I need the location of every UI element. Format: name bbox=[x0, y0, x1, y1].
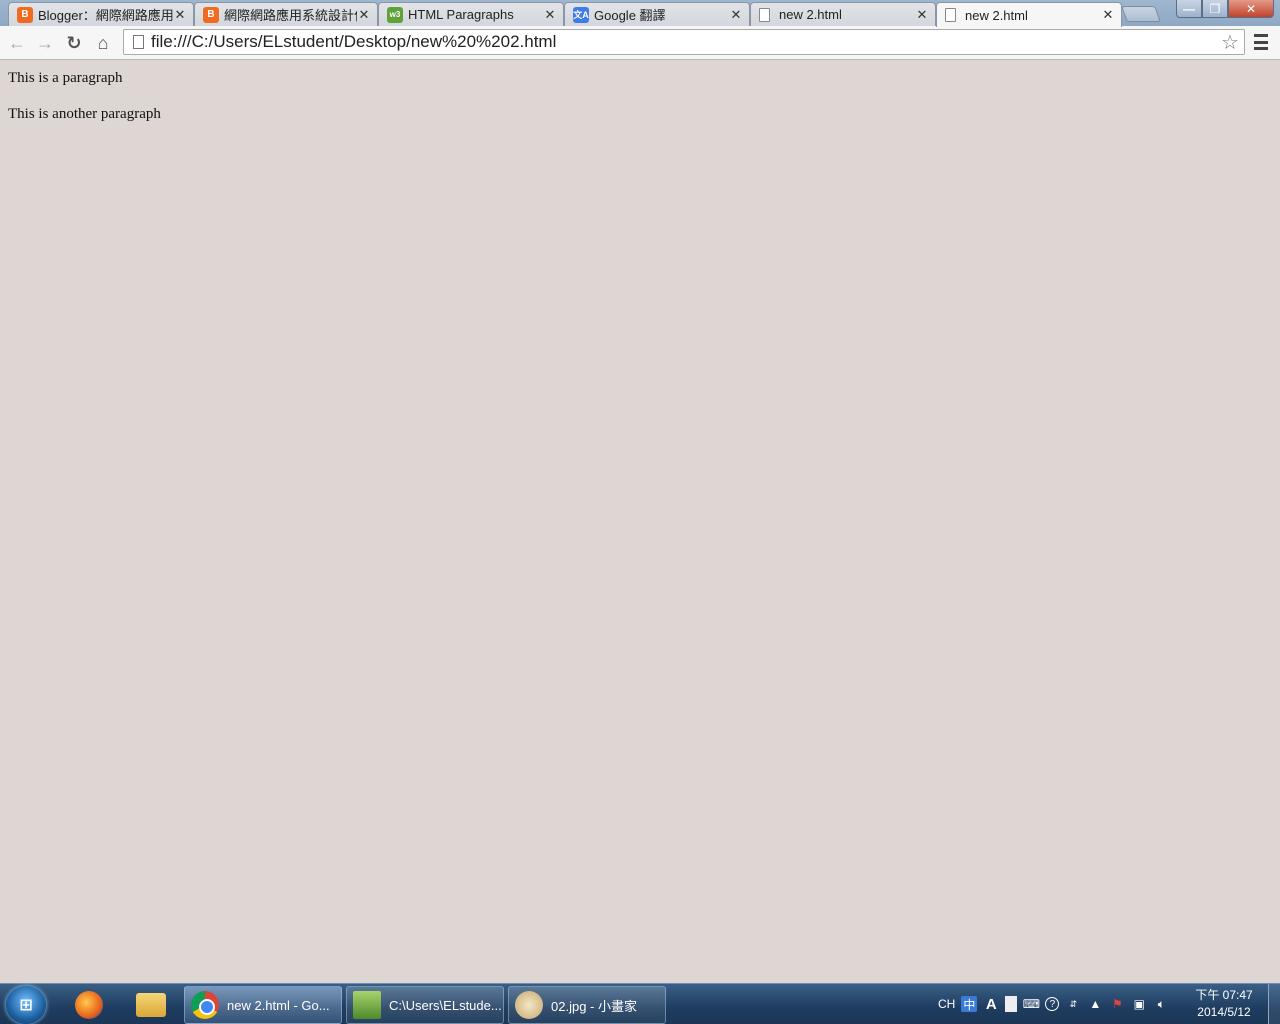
close-icon[interactable]: ✕ bbox=[729, 7, 743, 23]
tab-new-2-html[interactable]: new 2.html ✕ bbox=[750, 2, 936, 26]
tab-title: Google 翻譯 bbox=[594, 8, 666, 23]
back-arrow-icon[interactable]: ← bbox=[5, 31, 29, 55]
firefox-icon bbox=[75, 991, 103, 1019]
browser-toolbar: ← → ↻ ⌂ file:///C:/Users/ELstudent/Deskt… bbox=[0, 26, 1280, 60]
tab-blogger-2[interactable]: B 網際網路應用系統設計作 ✕ bbox=[194, 2, 378, 26]
blogger-icon: B bbox=[203, 6, 219, 23]
clock-date: 2014/5/12 bbox=[1197, 1005, 1251, 1019]
home-icon[interactable]: ⌂ bbox=[91, 31, 115, 55]
new-tab-button[interactable] bbox=[1121, 6, 1161, 22]
ime-icon[interactable]: 中 bbox=[961, 996, 978, 1012]
notepad-icon bbox=[353, 991, 381, 1019]
windows-taskbar: ⊞ new 2.html - Go... C:\Users\ELstude...… bbox=[0, 983, 1280, 1024]
page-icon bbox=[133, 35, 144, 49]
font-icon[interactable]: A bbox=[983, 996, 999, 1013]
w3schools-icon: w3 bbox=[387, 6, 403, 23]
help-icon[interactable]: ? bbox=[1045, 997, 1060, 1011]
explorer-pinned[interactable] bbox=[124, 987, 178, 1023]
tab-title: HTML Paragraphs bbox=[408, 7, 514, 22]
action-center-flag-icon[interactable]: ⚑ bbox=[1109, 996, 1125, 1012]
tab-title: new 2.html bbox=[779, 7, 842, 22]
taskbar-chrome-window[interactable]: new 2.html - Go... bbox=[184, 986, 342, 1024]
clock-time: 下午 07:47 bbox=[1195, 988, 1253, 1002]
paragraph-1: This is a paragraph bbox=[8, 70, 123, 86]
blogger-icon: B bbox=[17, 6, 33, 23]
window-controls: — ❐ ✕ bbox=[1176, 0, 1274, 18]
tab-google-translate[interactable]: 文A Google 翻譯 ✕ bbox=[564, 2, 750, 26]
volume-icon[interactable]: 🔈︎ bbox=[1153, 996, 1169, 1012]
clock[interactable]: 下午 07:47 2014/5/12 bbox=[1188, 987, 1260, 1021]
fullwidth-icon[interactable] bbox=[1005, 996, 1018, 1012]
close-icon[interactable]: ✕ bbox=[357, 7, 371, 23]
chrome-menu-icon[interactable] bbox=[1254, 34, 1268, 50]
explorer-folder-icon bbox=[136, 993, 166, 1017]
minimize-button[interactable]: — bbox=[1176, 0, 1202, 18]
firefox-pinned[interactable] bbox=[62, 987, 116, 1023]
paragraph-2: This is another paragraph bbox=[8, 106, 161, 122]
taskbar-notepad-window[interactable]: C:\Users\ELstude... bbox=[346, 986, 504, 1024]
close-icon[interactable]: ✕ bbox=[915, 7, 929, 23]
network-icon[interactable]: ▣ bbox=[1131, 996, 1147, 1012]
tab-blogger-1[interactable]: B Blogger：網際網路應用 ✕ bbox=[8, 2, 194, 26]
taskbar-window-label: new 2.html - Go... bbox=[227, 997, 330, 1013]
ime-options-icon[interactable]: ⇵ bbox=[1065, 996, 1081, 1012]
system-tray: CH 中 A ⌨ ? ⇵ ▲ ⚑ ▣ 🔈︎ bbox=[938, 984, 1169, 1024]
language-indicator[interactable]: CH bbox=[938, 997, 955, 1011]
start-button[interactable]: ⊞ bbox=[6, 986, 46, 1024]
address-bar[interactable]: file:///C:/Users/ELstudent/Desktop/new%2… bbox=[123, 29, 1245, 55]
keyboard-icon[interactable]: ⌨ bbox=[1023, 996, 1040, 1012]
google-translate-icon: 文A bbox=[573, 6, 589, 23]
document-icon bbox=[945, 8, 956, 22]
close-icon[interactable]: ✕ bbox=[1101, 7, 1115, 23]
taskbar-window-label: C:\Users\ELstude... bbox=[389, 997, 502, 1013]
close-icon[interactable]: ✕ bbox=[543, 7, 557, 23]
close-window-button[interactable]: ✕ bbox=[1228, 0, 1274, 18]
show-desktop-button[interactable] bbox=[1268, 984, 1280, 1024]
address-url[interactable]: file:///C:/Users/ELstudent/Desktop/new%2… bbox=[151, 32, 1216, 52]
close-icon[interactable]: ✕ bbox=[173, 7, 187, 23]
taskbar-paint-window[interactable]: 02.jpg - 小畫家 bbox=[508, 986, 666, 1024]
show-hidden-icons-icon[interactable]: ▲ bbox=[1087, 996, 1103, 1012]
page-content: This is a paragraph This is another para… bbox=[0, 61, 1280, 983]
bookmark-star-icon[interactable]: ☆ bbox=[1216, 30, 1244, 55]
paint-icon bbox=[515, 991, 543, 1019]
chrome-icon bbox=[191, 991, 219, 1019]
tab-title: 網際網路應用系統設計作 bbox=[224, 8, 357, 23]
tab-html-paragraphs[interactable]: w3 HTML Paragraphs ✕ bbox=[378, 2, 564, 26]
maximize-button[interactable]: ❐ bbox=[1202, 0, 1228, 18]
tab-new-2-html-active[interactable]: new 2.html ✕ bbox=[936, 2, 1122, 27]
tab-title: Blogger：網際網路應用 bbox=[38, 8, 173, 23]
taskbar-window-label: 02.jpg - 小畫家 bbox=[551, 998, 637, 1014]
forward-arrow-icon[interactable]: → bbox=[33, 31, 57, 55]
tab-title: new 2.html bbox=[965, 7, 1028, 23]
reload-icon[interactable]: ↻ bbox=[62, 31, 86, 55]
document-icon bbox=[759, 7, 770, 22]
tab-strip: B Blogger：網際網路應用 ✕ B 網際網路應用系統設計作 ✕ w3 HT… bbox=[0, 0, 1280, 27]
